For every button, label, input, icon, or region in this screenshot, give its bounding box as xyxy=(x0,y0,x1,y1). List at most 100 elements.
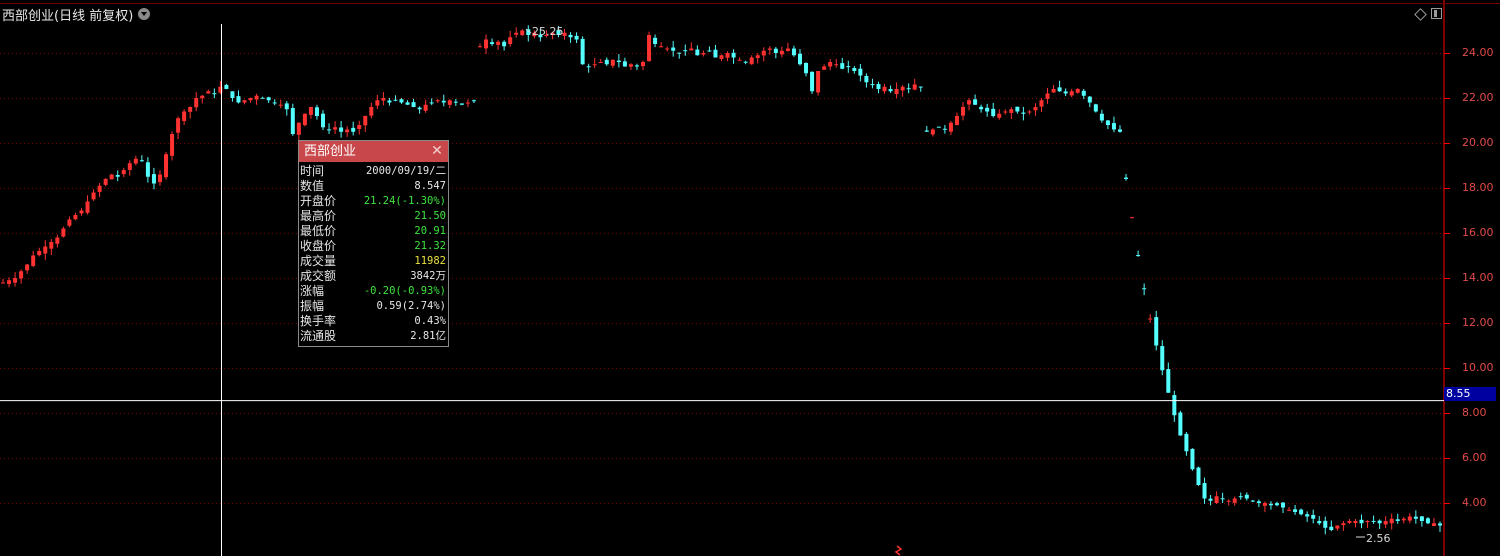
candle xyxy=(804,62,809,77)
candle-body xyxy=(1099,113,1104,121)
candle xyxy=(1136,250,1141,257)
candle xyxy=(91,189,96,201)
candle xyxy=(1,278,5,284)
candle-body xyxy=(598,62,603,63)
y-tick-label: 20.00 xyxy=(1462,136,1494,149)
candle-body xyxy=(145,162,150,177)
tooltip-row: 收盘价 21.32 xyxy=(299,239,448,254)
candle xyxy=(701,50,706,57)
candle-body xyxy=(1184,433,1189,452)
event-marker-icon[interactable] xyxy=(894,545,903,556)
candle-body xyxy=(496,41,501,45)
candle xyxy=(459,103,464,106)
candle xyxy=(725,51,730,62)
candle-body xyxy=(870,84,875,86)
candle xyxy=(1425,517,1430,525)
candle xyxy=(109,173,114,180)
candle-body xyxy=(719,55,724,59)
candle xyxy=(37,247,42,257)
candle xyxy=(236,90,241,104)
candle-body xyxy=(170,134,175,156)
candle xyxy=(985,103,990,117)
candle-body xyxy=(1214,496,1219,504)
candle-body xyxy=(212,93,217,95)
y-tick-label: 6.00 xyxy=(1462,451,1487,464)
candle xyxy=(568,32,573,43)
candle-body xyxy=(749,57,754,65)
candle xyxy=(1274,501,1279,507)
candle xyxy=(224,83,229,90)
candle xyxy=(852,65,857,74)
candle xyxy=(1063,88,1068,97)
candle xyxy=(121,167,126,178)
candle xyxy=(1389,513,1394,530)
tooltip-title: 西部创业 xyxy=(304,144,357,159)
tooltip-label: 换手率 xyxy=(300,314,337,328)
candle-body xyxy=(1075,89,1080,93)
candle-body xyxy=(387,100,392,103)
candle-body xyxy=(67,219,72,226)
tooltip-row: 成交额 3842万 xyxy=(299,269,448,284)
candle-body xyxy=(677,52,682,54)
candle xyxy=(61,226,66,238)
candle xyxy=(1232,496,1237,506)
candle xyxy=(212,88,217,99)
tooltip-row: 开盘价 21.24(-1.30%) xyxy=(299,194,448,209)
candle-body xyxy=(1117,129,1122,132)
candle xyxy=(477,43,482,48)
candle xyxy=(761,47,766,62)
candle-body xyxy=(1341,523,1346,526)
candle-body xyxy=(1124,177,1129,179)
candle xyxy=(1009,107,1014,120)
candle xyxy=(465,99,470,108)
panel-icon[interactable] xyxy=(1431,8,1442,19)
kline-chart[interactable] xyxy=(0,0,1500,556)
candle xyxy=(1021,106,1026,121)
candle-body xyxy=(447,100,452,105)
candle-body xyxy=(574,35,579,40)
candle-body xyxy=(1220,498,1225,500)
tooltip-header[interactable]: 西部创业 ✕ xyxy=(299,141,448,162)
candle-body xyxy=(1232,498,1237,503)
candle-body xyxy=(37,251,42,256)
cursor-price-label: 8.55 xyxy=(1444,387,1496,401)
tooltip-row: 最低价 20.91 xyxy=(299,224,448,239)
candle xyxy=(973,94,978,105)
candle-body xyxy=(55,237,60,244)
candle-body xyxy=(242,100,247,103)
candle xyxy=(1087,95,1092,108)
candle xyxy=(882,83,887,94)
candle-body xyxy=(369,107,374,116)
candle-body xyxy=(967,100,972,105)
candle-body xyxy=(1160,346,1165,371)
candle xyxy=(616,54,621,68)
tooltip-value: -0.20(-0.93%) xyxy=(363,285,446,297)
candle xyxy=(43,240,48,261)
candle xyxy=(1214,491,1219,505)
chevron-down-icon[interactable] xyxy=(138,8,151,20)
diamond-icon[interactable] xyxy=(1414,8,1427,21)
candle xyxy=(164,152,169,180)
candle-body xyxy=(1105,120,1110,125)
candle xyxy=(997,109,1002,120)
candle xyxy=(598,59,603,63)
candle-body xyxy=(785,48,790,51)
candle xyxy=(1353,518,1358,528)
candle xyxy=(924,126,929,132)
candle-body xyxy=(284,103,289,110)
candle-body xyxy=(810,71,815,92)
candle xyxy=(284,101,289,116)
candle-body xyxy=(1244,494,1249,499)
tooltip-label: 开盘价 xyxy=(300,194,337,208)
candle-body xyxy=(339,127,344,132)
candle xyxy=(248,97,253,103)
candle xyxy=(79,208,84,216)
close-icon[interactable]: ✕ xyxy=(430,141,444,162)
tooltip-value: 20.91 xyxy=(414,225,446,237)
candle xyxy=(1226,499,1231,506)
candle-body xyxy=(1148,318,1153,320)
candle xyxy=(502,40,507,51)
candle xyxy=(918,86,923,92)
candle-body xyxy=(200,95,205,99)
candle-body xyxy=(423,104,428,111)
